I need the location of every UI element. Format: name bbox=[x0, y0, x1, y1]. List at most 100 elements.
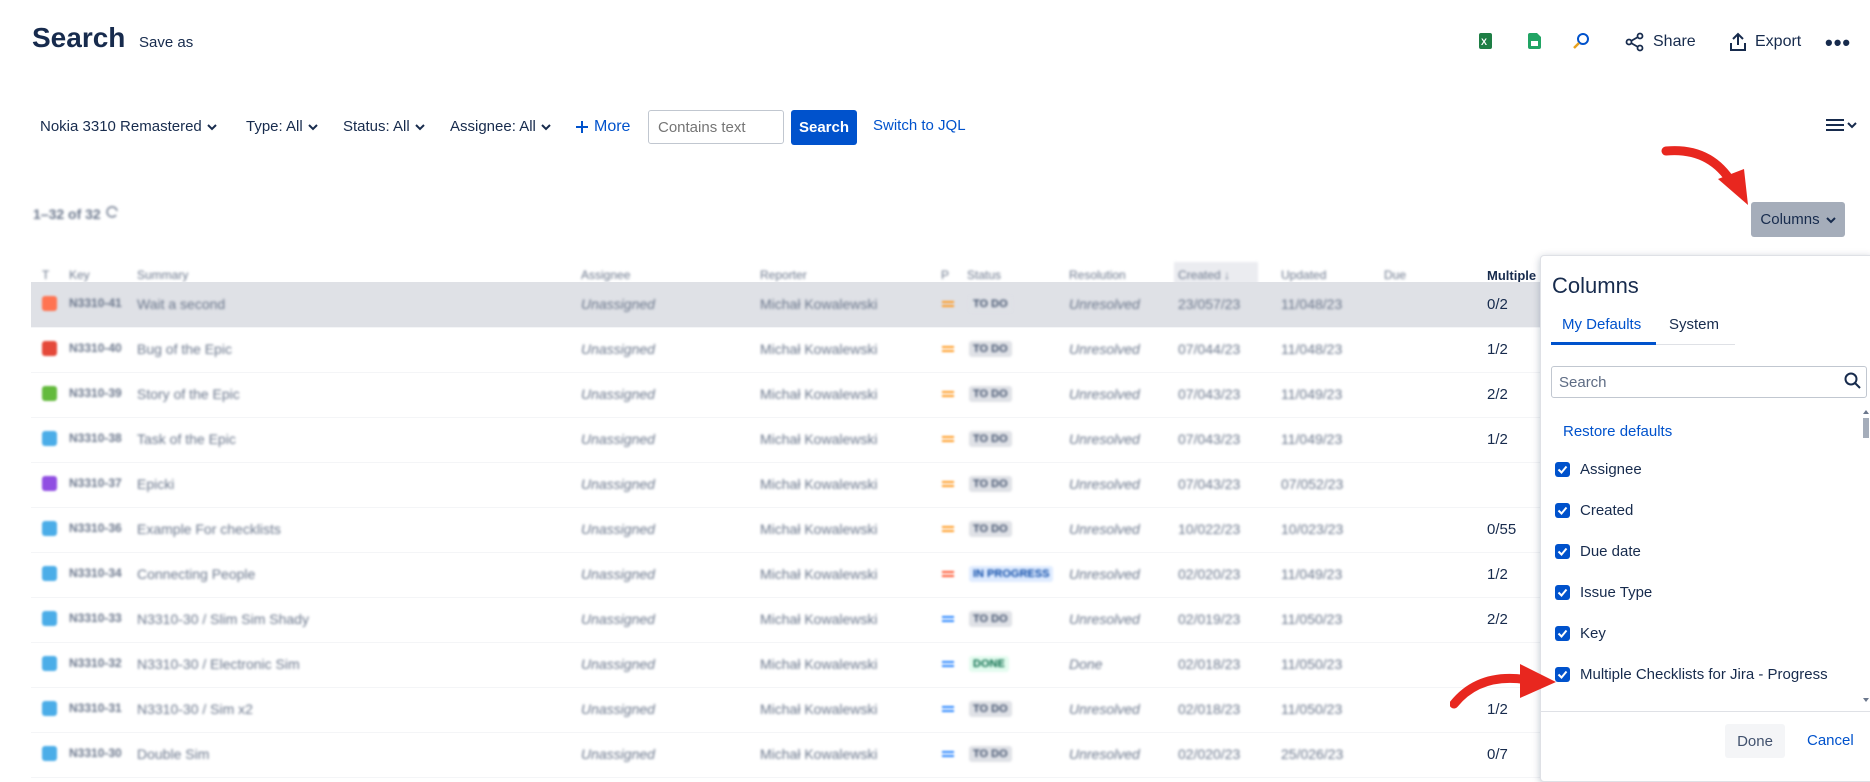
table-row[interactable]: N3310-31 N3310-30 / Sim x2 Unassigned Micha… bbox=[31, 687, 1541, 733]
project-filter[interactable]: Nokia 3310 Remastered bbox=[40, 118, 217, 135]
tab-my-defaults[interactable]: My Defaults bbox=[1562, 316, 1641, 333]
table-row[interactable]: N3310-32 N3310-30 / Electronic Sim Unassig… bbox=[31, 642, 1541, 688]
issue-reporter: Michał Kowalewski bbox=[760, 296, 878, 312]
col-header-reporter[interactable]: Reporter bbox=[760, 268, 807, 282]
issue-summary[interactable]: Wait a second bbox=[137, 296, 225, 312]
columns-scrollbar[interactable] bbox=[1861, 406, 1870, 706]
chevron-down-icon bbox=[207, 123, 217, 130]
issue-type-icon bbox=[42, 431, 57, 446]
issue-resolution: Done bbox=[1069, 656, 1103, 672]
view-toggle-button[interactable] bbox=[1826, 118, 1857, 132]
issue-key[interactable]: N3310-31 bbox=[69, 701, 122, 715]
search-button[interactable]: Search bbox=[791, 110, 857, 145]
switch-to-jql-link[interactable]: Switch to JQL bbox=[873, 117, 966, 134]
issue-key[interactable]: N3310-33 bbox=[69, 611, 122, 625]
table-row[interactable]: N3310-39 Story of the Epic Unassigned Micha… bbox=[31, 372, 1541, 418]
issue-key[interactable]: N3310-37 bbox=[69, 476, 122, 490]
excel-csv-icon[interactable]: X bbox=[1476, 32, 1494, 50]
table-row[interactable]: N3310-38 Task of the Epic Unassigned Michał… bbox=[31, 417, 1541, 463]
col-header-multiple[interactable]: Multiple bbox=[1487, 268, 1536, 283]
save-as-link[interactable]: Save as bbox=[139, 34, 193, 51]
table-row[interactable]: N3310-37 Epicki Unassigned Michał Kowalewsk… bbox=[31, 462, 1541, 508]
issue-summary[interactable]: Connecting People bbox=[137, 566, 255, 582]
col-header-type[interactable]: T bbox=[42, 268, 49, 282]
checkbox-checked-icon[interactable] bbox=[1555, 585, 1570, 600]
issue-key[interactable]: N3310-32 bbox=[69, 656, 122, 670]
issue-summary[interactable]: Story of the Epic bbox=[137, 386, 240, 402]
export-button[interactable]: Export bbox=[1729, 32, 1801, 52]
column-option-label: Due date bbox=[1580, 543, 1641, 560]
issue-key[interactable]: N3310-38 bbox=[69, 431, 122, 445]
issue-resolution: Unresolved bbox=[1069, 431, 1140, 447]
col-header-priority[interactable]: P bbox=[941, 268, 949, 282]
issue-created: 07/043/23 bbox=[1178, 476, 1241, 492]
col-header-summary[interactable]: Summary bbox=[137, 268, 188, 282]
table-row[interactable]: N3310-34 Connecting People Unassigned Micha… bbox=[31, 552, 1541, 598]
issue-summary[interactable]: Task of the Epic bbox=[137, 431, 236, 447]
checklist-progress: 1/2 bbox=[1487, 566, 1508, 583]
columns-search-input[interactable] bbox=[1551, 366, 1867, 398]
checkbox-checked-icon[interactable] bbox=[1555, 544, 1570, 559]
table-row[interactable]: N3310-30 Double Sim Unassigned Michał Kowal… bbox=[31, 732, 1541, 778]
issue-summary[interactable]: Bug of the Epic bbox=[137, 341, 232, 357]
issue-key[interactable]: N3310-39 bbox=[69, 386, 122, 400]
more-actions-button[interactable]: ••• bbox=[1825, 30, 1851, 56]
search-zoom-icon[interactable] bbox=[1573, 32, 1591, 50]
column-option[interactable]: Assignee bbox=[1555, 461, 1642, 478]
cancel-button[interactable]: Cancel bbox=[1807, 732, 1854, 749]
issue-summary[interactable]: N3310-30 / Slim Sim Shady bbox=[137, 611, 309, 627]
table-row[interactable]: N3310-33 N3310-30 / Slim Sim Shady Unassig… bbox=[31, 597, 1541, 643]
issue-type-icon bbox=[42, 656, 57, 671]
col-header-key[interactable]: Key bbox=[69, 268, 90, 282]
issue-key[interactable]: N3310-36 bbox=[69, 521, 122, 535]
type-filter[interactable]: Type: All bbox=[246, 118, 318, 135]
col-header-updated[interactable]: Updated bbox=[1281, 268, 1326, 282]
issue-key[interactable]: N3310-41 bbox=[69, 296, 122, 310]
issue-type-icon bbox=[42, 386, 57, 401]
share-button[interactable]: Share bbox=[1625, 32, 1696, 52]
column-option[interactable]: Created bbox=[1555, 502, 1633, 519]
table-row[interactable]: N3310-41 Wait a second Unassigned Michał Ko… bbox=[31, 282, 1541, 328]
col-header-resolution[interactable]: Resolution bbox=[1069, 268, 1126, 282]
columns-button[interactable]: Columns bbox=[1751, 202, 1845, 237]
col-header-assignee[interactable]: Assignee bbox=[581, 268, 630, 282]
restore-defaults-link[interactable]: Restore defaults bbox=[1563, 423, 1672, 440]
col-header-due[interactable]: Due bbox=[1384, 268, 1406, 282]
col-header-status[interactable]: Status bbox=[967, 268, 1001, 282]
issue-reporter: Michał Kowalewski bbox=[760, 431, 878, 447]
column-option[interactable]: Due date bbox=[1555, 543, 1641, 560]
more-filters-button[interactable]: More bbox=[575, 118, 630, 136]
issue-key[interactable]: N3310-34 bbox=[69, 566, 122, 580]
issue-key[interactable]: N3310-30 bbox=[69, 746, 122, 760]
checkbox-checked-icon[interactable] bbox=[1555, 462, 1570, 477]
column-option[interactable]: Key bbox=[1555, 625, 1606, 642]
search-icon[interactable] bbox=[1844, 372, 1862, 390]
column-option[interactable]: Multiple Checklists for Jira - Progress bbox=[1555, 666, 1828, 683]
issue-summary[interactable]: Double Sim bbox=[137, 746, 209, 762]
table-row[interactable]: N3310-36 Example For checklists Unassigned… bbox=[31, 507, 1541, 553]
checkbox-checked-icon[interactable] bbox=[1555, 503, 1570, 518]
issue-summary[interactable]: Epicki bbox=[137, 476, 174, 492]
checkbox-checked-icon[interactable] bbox=[1555, 626, 1570, 641]
priority-icon bbox=[942, 751, 954, 757]
checklist-progress: 2/2 bbox=[1487, 386, 1508, 403]
issue-key[interactable]: N3310-40 bbox=[69, 341, 122, 355]
google-sheets-icon[interactable] bbox=[1525, 32, 1543, 50]
export-icon bbox=[1730, 32, 1746, 51]
export-label: Export bbox=[1755, 33, 1802, 50]
issue-summary[interactable]: N3310-30 / Electronic Sim bbox=[137, 656, 300, 672]
column-option[interactable]: Issue Type bbox=[1555, 584, 1652, 601]
status-filter[interactable]: Status: All bbox=[343, 118, 425, 135]
issue-type-icon bbox=[42, 611, 57, 626]
priority-icon bbox=[942, 706, 954, 712]
issue-assignee: Unassigned bbox=[581, 341, 655, 357]
status-lozenge: TO DO bbox=[969, 701, 1012, 717]
issue-summary[interactable]: Example For checklists bbox=[137, 521, 281, 537]
tab-system[interactable]: System bbox=[1669, 316, 1719, 333]
contains-text-input[interactable] bbox=[648, 110, 784, 144]
issue-summary[interactable]: N3310-30 / Sim x2 bbox=[137, 701, 253, 717]
status-lozenge: TO DO bbox=[969, 521, 1012, 537]
table-row[interactable]: N3310-40 Bug of the Epic Unassigned Michał … bbox=[31, 327, 1541, 373]
assignee-filter[interactable]: Assignee: All bbox=[450, 118, 551, 135]
done-button[interactable]: Done bbox=[1725, 724, 1785, 758]
